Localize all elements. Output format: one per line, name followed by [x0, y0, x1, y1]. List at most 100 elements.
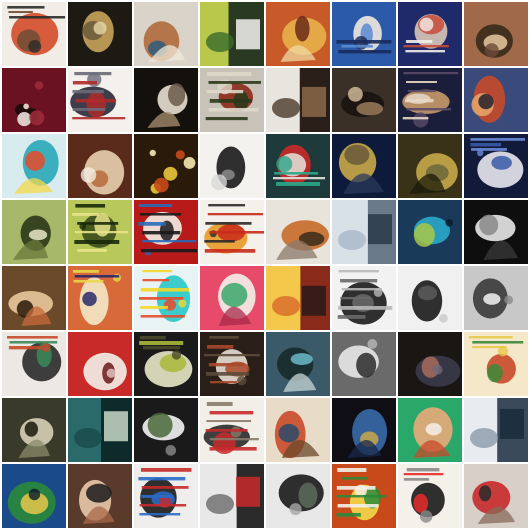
- thumbnail-r6-c6: [332, 332, 396, 396]
- thumbnail-image: [332, 68, 396, 132]
- thumbnail-r3-c2: [68, 134, 132, 198]
- thumbnail-r2-c6: [332, 68, 396, 132]
- thumbnail-r1-c2: [68, 2, 132, 66]
- thumbnail-r4-c2: [68, 200, 132, 264]
- thumbnail-image: [398, 134, 462, 198]
- thumbnail-r6-c8: [464, 332, 528, 396]
- thumbnail-r7-c5: [266, 398, 330, 462]
- thumbnail-image: [266, 200, 330, 264]
- thumbnail-r5-c3: [134, 266, 198, 330]
- thumbnail-image: [200, 2, 264, 66]
- thumbnail-r5-c1: [2, 266, 66, 330]
- thumbnail-r3-c7: [398, 134, 462, 198]
- thumbnail-image: [398, 68, 462, 132]
- thumbnail-image: [464, 332, 528, 396]
- thumbnail-image: [332, 200, 396, 264]
- thumbnail-r2-c2: [68, 68, 132, 132]
- thumbnail-image: [134, 134, 198, 198]
- thumbnail-image: [464, 68, 528, 132]
- thumbnail-r7-c6: [332, 398, 396, 462]
- thumbnail-r3-c4: [200, 134, 264, 198]
- thumbnail-r8-c7: [398, 464, 462, 528]
- thumbnail-image: [464, 200, 528, 264]
- thumbnail-image: [266, 134, 330, 198]
- thumbnail-image: [68, 2, 132, 66]
- thumbnail-image: [200, 332, 264, 396]
- thumbnail-r1-c8: [464, 2, 528, 66]
- thumbnail-image: [200, 398, 264, 462]
- thumbnail-image: [134, 398, 198, 462]
- thumbnail-image: [68, 332, 132, 396]
- thumbnail-image: [200, 266, 264, 330]
- thumbnail-r3-c1: [2, 134, 66, 198]
- thumbnail-r1-c4: [200, 2, 264, 66]
- thumbnail-r4-c3: [134, 200, 198, 264]
- thumbnail-image: [398, 464, 462, 528]
- thumbnail-image: [332, 2, 396, 66]
- thumbnail-image: [464, 266, 528, 330]
- thumbnail-r8-c6: [332, 464, 396, 528]
- thumbnail-image: [2, 398, 66, 462]
- thumbnail-image: [200, 200, 264, 264]
- thumbnail-r7-c3: [134, 398, 198, 462]
- thumbnail-r4-c4: [200, 200, 264, 264]
- thumbnail-r2-c8: [464, 68, 528, 132]
- thumbnail-image: [200, 464, 264, 528]
- thumbnail-r8-c4: [200, 464, 264, 528]
- thumbnail-image: [464, 464, 528, 528]
- thumbnail-r7-c1: [2, 398, 66, 462]
- thumbnail-r1-c5: [266, 2, 330, 66]
- thumbnail-r5-c8: [464, 266, 528, 330]
- thumbnail-image: [332, 266, 396, 330]
- thumbnail-image: [464, 398, 528, 462]
- thumbnail-image: [134, 2, 198, 66]
- thumbnail-image: [266, 464, 330, 528]
- thumbnail-image: [200, 134, 264, 198]
- thumbnail-image: [68, 398, 132, 462]
- thumbnail-image: [2, 2, 66, 66]
- thumbnail-image: [332, 398, 396, 462]
- thumbnail-r5-c6: [332, 266, 396, 330]
- thumbnail-r8-c1: [2, 464, 66, 528]
- thumbnail-r1-c6: [332, 2, 396, 66]
- thumbnail-r7-c4: [200, 398, 264, 462]
- thumbnail-image: [134, 464, 198, 528]
- thumbnail-image: [2, 134, 66, 198]
- thumbnail-r2-c3: [134, 68, 198, 132]
- thumbnail-r6-c5: [266, 332, 330, 396]
- thumbnail-r8-c8: [464, 464, 528, 528]
- thumbnail-image: [332, 332, 396, 396]
- thumbnail-r4-c1: [2, 200, 66, 264]
- thumbnail-image: [266, 332, 330, 396]
- thumbnail-r3-c5: [266, 134, 330, 198]
- thumbnail-r3-c3: [134, 134, 198, 198]
- thumbnail-r5-c2: [68, 266, 132, 330]
- thumbnail-r1-c3: [134, 2, 198, 66]
- thumbnail-image: [266, 68, 330, 132]
- thumbnail-image: [2, 266, 66, 330]
- thumbnail-image: [398, 2, 462, 66]
- thumbnail-r4-c6: [332, 200, 396, 264]
- thumbnail-r5-c7: [398, 266, 462, 330]
- thumbnail-image: [68, 200, 132, 264]
- thumbnail-image: [134, 266, 198, 330]
- thumbnail-image: [266, 398, 330, 462]
- thumbnail-image: [398, 398, 462, 462]
- thumbnail-image: [266, 266, 330, 330]
- thumbnail-image: [464, 134, 528, 198]
- thumbnail-r7-c8: [464, 398, 528, 462]
- thumbnail-image: [398, 266, 462, 330]
- thumbnail-r4-c5: [266, 200, 330, 264]
- thumbnail-r1-c7: [398, 2, 462, 66]
- thumbnail-r3-c8: [464, 134, 528, 198]
- thumbnail-r6-c7: [398, 332, 462, 396]
- thumbnail-image: [398, 332, 462, 396]
- thumbnail-r6-c3: [134, 332, 198, 396]
- thumbnail-image: [398, 200, 462, 264]
- thumbnail-r7-c7: [398, 398, 462, 462]
- thumbnail-image: [2, 200, 66, 264]
- thumbnail-r5-c4: [200, 266, 264, 330]
- thumbnail-image: [464, 2, 528, 66]
- thumbnail-image: [332, 134, 396, 198]
- thumbnail-r2-c1: [2, 68, 66, 132]
